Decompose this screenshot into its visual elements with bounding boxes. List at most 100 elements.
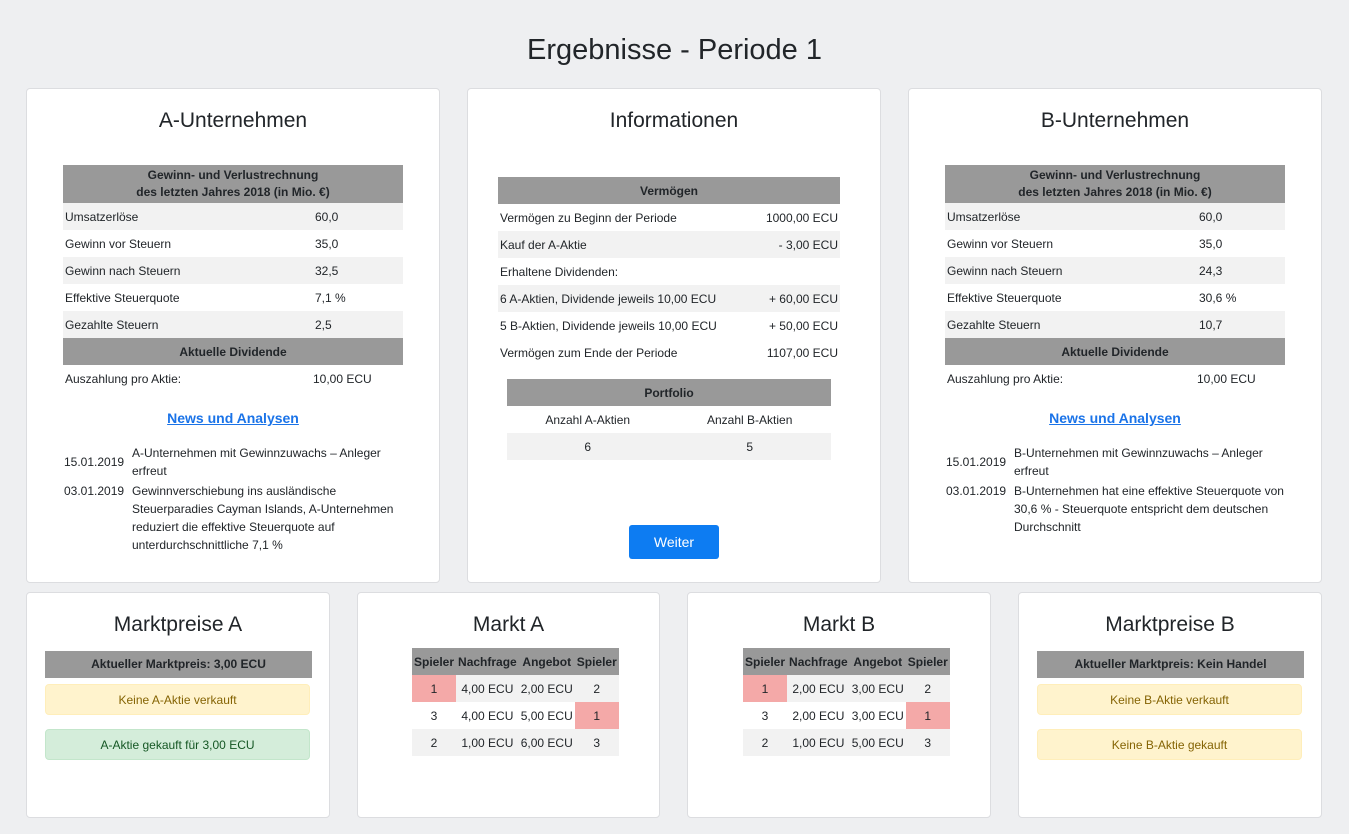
news-date: 15.01.2019 <box>946 455 1007 469</box>
asset-value: 1107,00 ECU <box>752 339 840 366</box>
news-text: A-Unternehmen mit Gewinnzuwachs – Anlege… <box>132 446 381 478</box>
a-news-list: 15.01.2019 A-Unternehmen mit Gewinnzuwac… <box>64 444 394 556</box>
market-prices-a-card: Marktpreise A Aktueller Marktpreis: 3,00… <box>26 592 330 818</box>
b-row-label: Gewinn vor Steuern <box>947 236 1054 251</box>
b-pnl-header: Gewinn- und Verlustrechnung des letzten … <box>945 165 1285 203</box>
b-row-value: 10,7 <box>1199 317 1223 332</box>
asset-label: Kauf der A-Aktie <box>500 237 587 252</box>
b-dividend-value: 10,00 ECU <box>1197 371 1256 386</box>
cell: 1 <box>905 702 950 729</box>
news-item: 03.01.2019 Gewinnverschiebung ins auslän… <box>64 482 394 554</box>
b-row-value: 35,0 <box>1199 236 1223 251</box>
market-a-card: Markt A Spieler Nachfrage Angebot Spiele… <box>357 592 660 818</box>
market-prices-a-title: Marktpreise A <box>113 613 243 636</box>
asset-value: + 60,00 ECU <box>768 291 838 306</box>
b-dividend-header: Aktuelle Dividende <box>945 338 1285 365</box>
portfolio-a-count: 6 <box>584 439 592 454</box>
news-item: 15.01.2019 B-Unternehmen mit Gewinnzuwac… <box>946 444 1286 480</box>
cell: 3 <box>430 708 438 723</box>
cell: 2 <box>593 681 601 696</box>
market-b-title: Markt B <box>802 613 876 636</box>
b-company-title: B-Unternehmen <box>1040 109 1190 132</box>
portfolio-b-count: 5 <box>746 439 754 454</box>
a-row-value: 60,0 <box>315 209 339 224</box>
b-row-label: Gewinn nach Steuern <box>947 263 1063 278</box>
a-row-label: Gezahlte Steuern <box>65 317 159 332</box>
col-header: Spieler <box>412 648 457 675</box>
news-date: 15.01.2019 <box>64 455 125 469</box>
table-row: 1 4,00 ECU 2,00 ECU 2 <box>412 675 619 702</box>
a-row-label: Effektive Steuerquote <box>65 290 180 305</box>
col-header: Spieler <box>905 648 950 675</box>
market-b-card: Markt B Spieler Nachfrage Angebot Spiele… <box>687 592 991 818</box>
table-row: 3 4,00 ECU 5,00 ECU 1 <box>412 702 619 729</box>
cell: 4,00 ECU <box>461 681 514 696</box>
news-text: B-Unternehmen mit Gewinnzuwachs – Anlege… <box>1014 446 1263 478</box>
cell: 1,00 ECU <box>792 735 845 750</box>
a-row-value: 2,5 <box>315 317 332 332</box>
asset-value: 1000,00 ECU <box>765 210 838 225</box>
asset-value: - 3,00 ECU <box>778 237 838 252</box>
assets-table: Vermögen Vermögen zu Beginn der Periode 1… <box>498 177 840 366</box>
col-header: Angebot <box>518 648 575 675</box>
b-sold-alert: Keine B-Aktie verkauft <box>1037 684 1302 715</box>
b-dividend-label: Auszahlung pro Aktie: <box>947 371 1064 386</box>
table-row: 3 2,00 ECU 3,00 ECU 1 <box>743 702 950 729</box>
a-bought-alert: A-Aktie gekauft für 3,00 ECU <box>45 729 310 760</box>
a-row-label: Umsatzerlöse <box>65 209 139 224</box>
a-dividend-header: Aktuelle Dividende <box>63 338 403 365</box>
a-company-card: A-Unternehmen Gewinn- und Verlustrechnun… <box>26 88 440 583</box>
a-dividend-value: 10,00 ECU <box>313 371 372 386</box>
market-price-b-current: Aktueller Marktpreis: Kein Handel <box>1037 651 1304 678</box>
market-prices-b-card: Marktpreise B Aktueller Marktpreis: Kein… <box>1018 592 1322 818</box>
market-a-table: Spieler Nachfrage Angebot Spieler 1 4,00… <box>412 648 619 756</box>
asset-label: 6 A-Aktien, Dividende jeweils 10,00 ECU <box>500 291 717 306</box>
cell: 3 <box>761 708 769 723</box>
news-item: 15.01.2019 A-Unternehmen mit Gewinnzuwac… <box>64 444 394 480</box>
market-prices-b-title: Marktpreise B <box>1105 613 1235 636</box>
b-pnl-table: Gewinn- und Verlustrechnung des letzten … <box>945 165 1285 392</box>
b-bought-alert: Keine B-Aktie gekauft <box>1037 729 1302 760</box>
a-row-label: Gewinn nach Steuern <box>65 263 181 278</box>
a-pnl-table: Gewinn- und Verlustrechnung des letzten … <box>63 165 403 392</box>
col-header: Spieler <box>743 648 788 675</box>
portfolio-col-b: Anzahl B-Aktien <box>706 412 793 427</box>
asset-label: 5 B-Aktien, Dividende jeweils 10,00 ECU <box>500 318 717 333</box>
a-sold-alert: Keine A-Aktie verkauft <box>45 684 310 715</box>
b-company-card: B-Unternehmen Gewinn- und Verlustrechnun… <box>908 88 1322 583</box>
cell: 1,00 ECU <box>461 735 514 750</box>
b-row-value: 30,6 % <box>1199 290 1237 305</box>
cell: 2 <box>430 735 438 750</box>
news-item: 03.01.2019 B-Unternehmen hat eine effekt… <box>946 482 1286 536</box>
b-row-label: Umsatzerlöse <box>947 209 1021 224</box>
news-text: Gewinnverschiebung ins ausländische Steu… <box>132 484 394 552</box>
b-row-label: Effektive Steuerquote <box>947 290 1062 305</box>
cell: 6,00 ECU <box>520 735 573 750</box>
a-company-title: A-Unternehmen <box>158 109 308 132</box>
news-date: 03.01.2019 <box>64 484 125 498</box>
table-row: 2 1,00 ECU 5,00 ECU 3 <box>743 729 950 756</box>
asset-value <box>752 258 840 285</box>
news-date: 03.01.2019 <box>946 484 1007 498</box>
news-text: B-Unternehmen hat eine effektive Steuerq… <box>1014 484 1284 534</box>
cell: 3 <box>924 735 932 750</box>
cell: 2,00 ECU <box>520 681 573 696</box>
b-news-list: 15.01.2019 B-Unternehmen mit Gewinnzuwac… <box>946 444 1286 538</box>
cell: 1 <box>743 675 788 702</box>
assets-header: Vermögen <box>498 177 840 204</box>
market-a-title: Markt A <box>472 613 545 636</box>
market-b-table: Spieler Nachfrage Angebot Spieler 1 2,00… <box>743 648 950 756</box>
col-header: Spieler <box>574 648 619 675</box>
info-card: Informationen Vermögen Vermögen zu Begin… <box>467 88 881 583</box>
col-header: Nachfrage <box>787 648 850 675</box>
a-row-value: 32,5 <box>315 263 339 278</box>
market-price-a-current: Aktueller Marktpreis: 3,00 ECU <box>45 651 312 678</box>
b-news-link[interactable]: News und Analysen <box>909 410 1321 426</box>
next-button[interactable]: Weiter <box>629 525 719 559</box>
col-header: Nachfrage <box>456 648 519 675</box>
a-row-value: 7,1 % <box>315 290 346 305</box>
cell: 3,00 ECU <box>851 708 904 723</box>
cell: 2 <box>924 681 932 696</box>
a-news-link[interactable]: News und Analysen <box>27 410 439 426</box>
cell: 3 <box>593 735 601 750</box>
